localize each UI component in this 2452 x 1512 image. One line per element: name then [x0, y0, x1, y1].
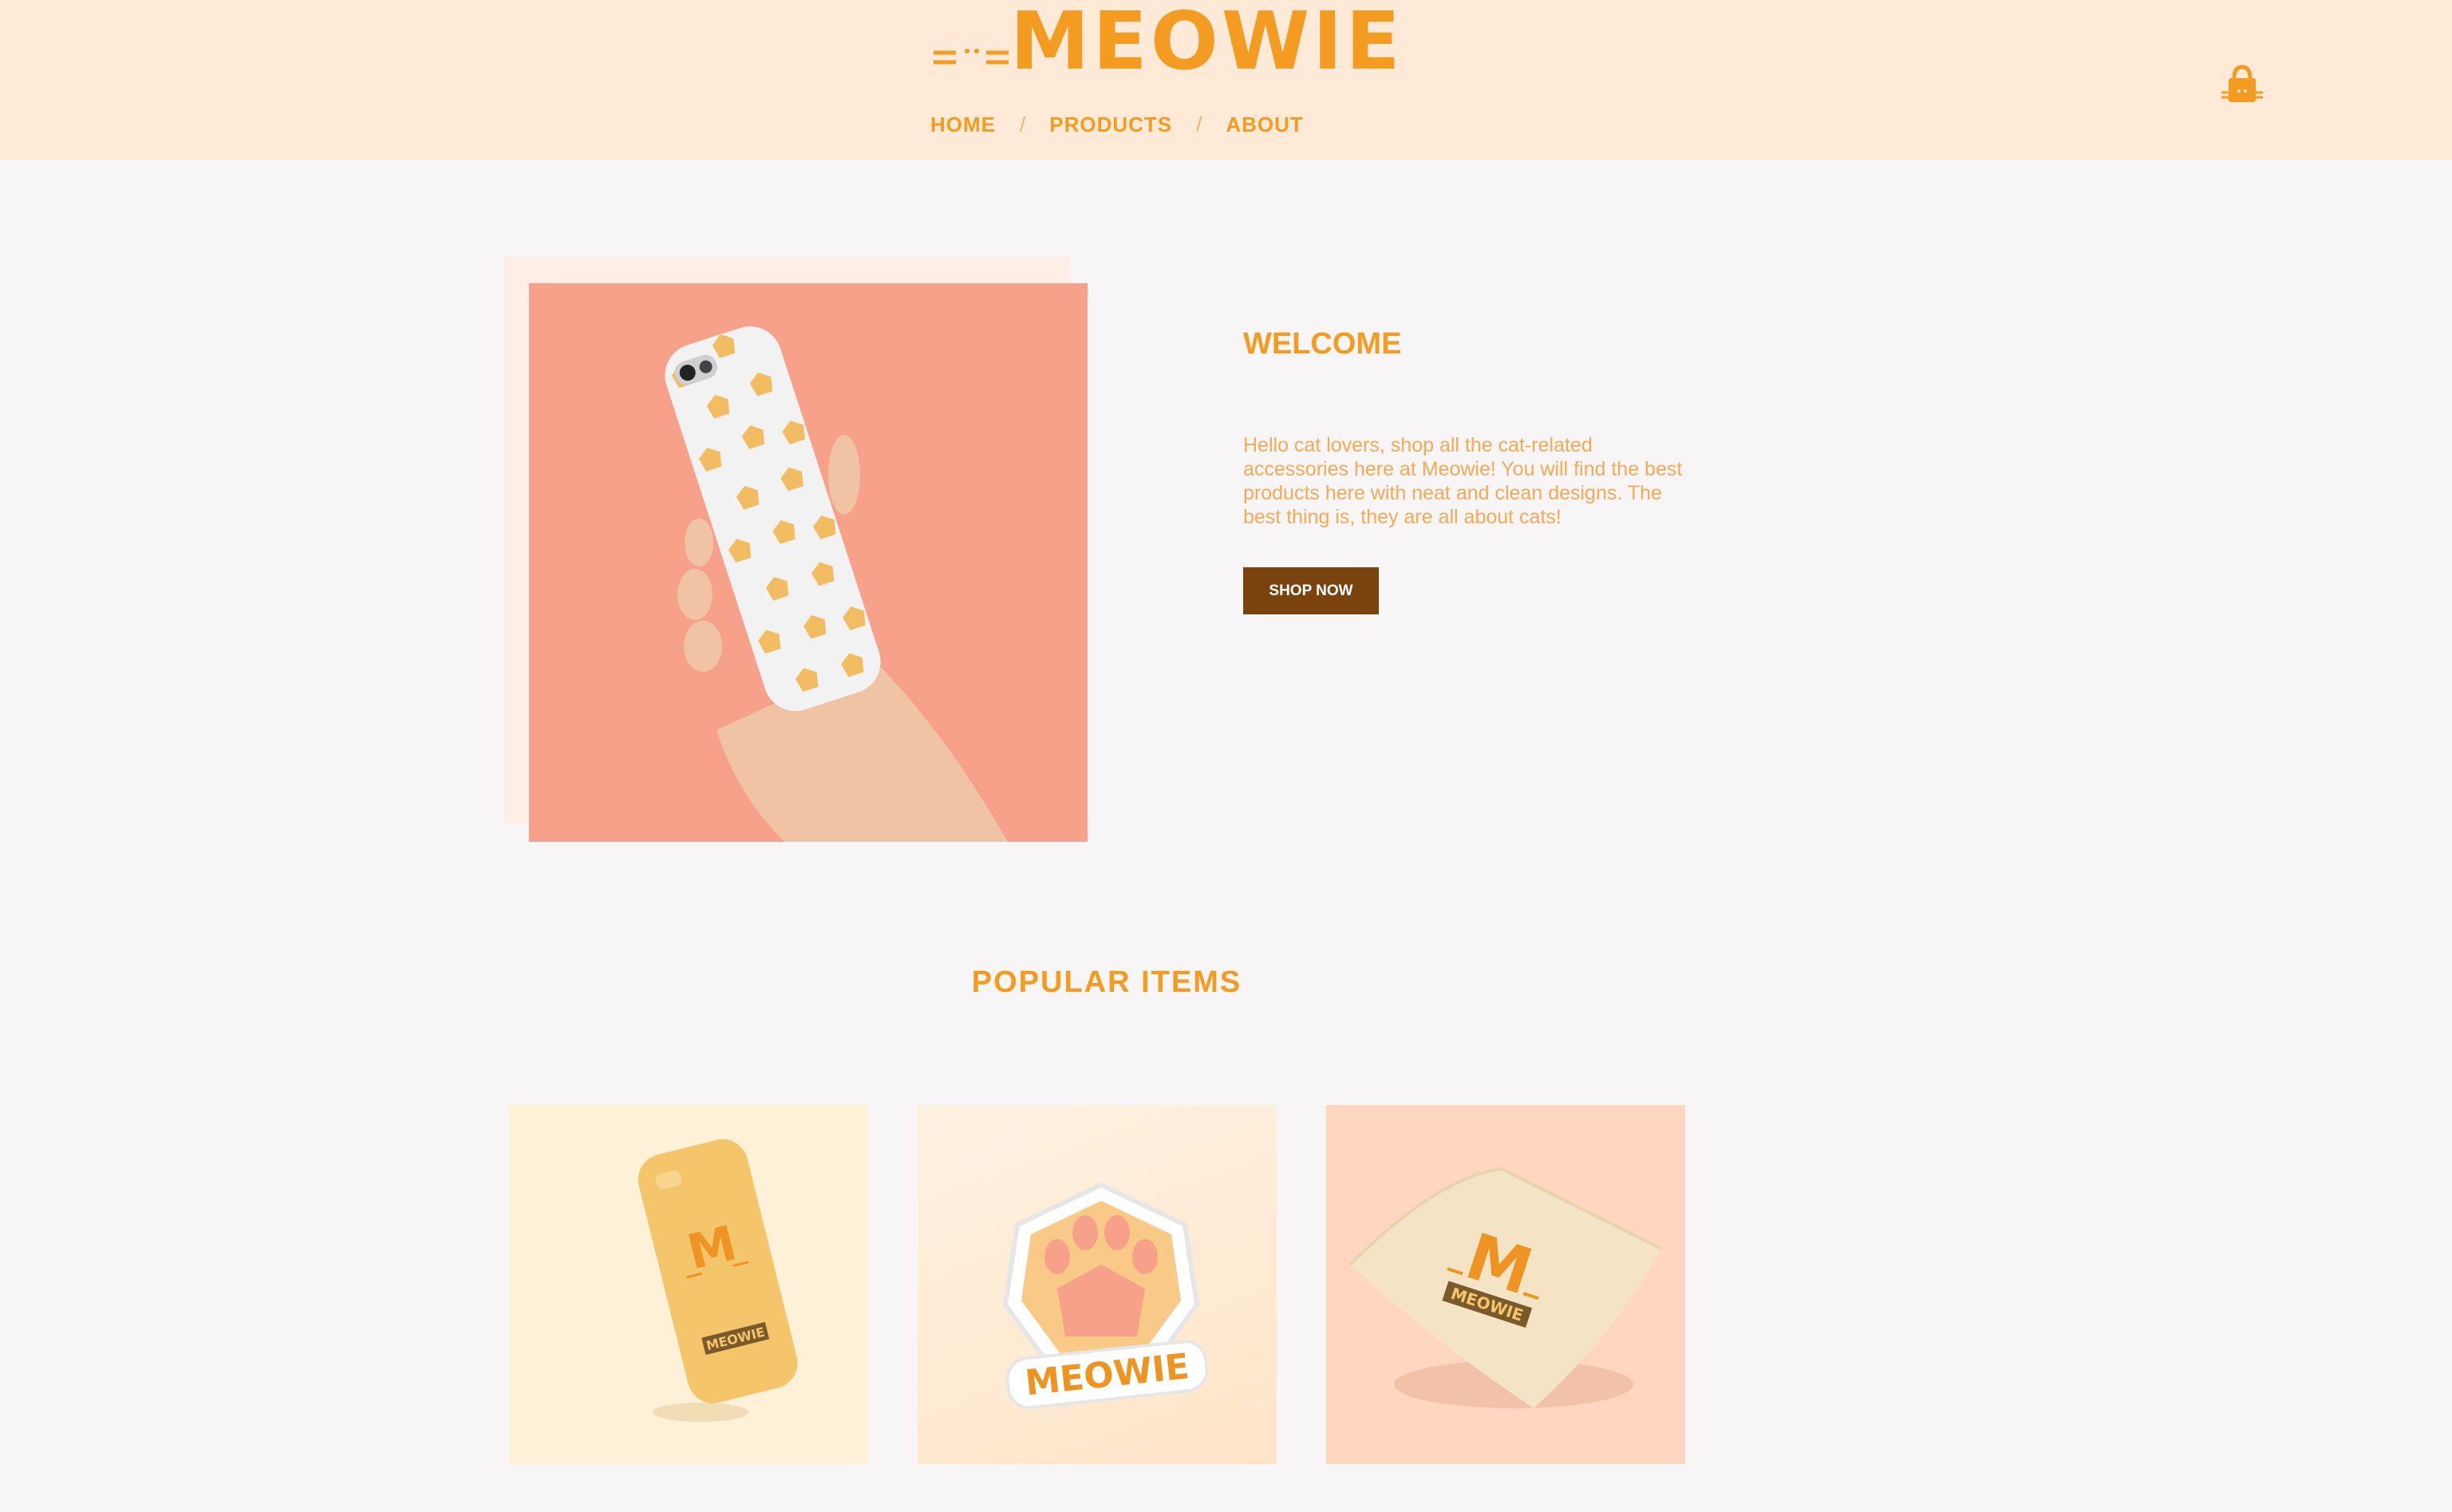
product-card-phone-case[interactable]: M MEOWIE: [509, 1105, 868, 1464]
paw-sticker-image: MEOWIE: [1002, 1182, 1209, 1410]
nav-separator: /: [1196, 112, 1202, 136]
nav-home[interactable]: HOME: [930, 113, 996, 137]
pillow-image: M MEOWIE: [1348, 1167, 1662, 1408]
main-nav: HOME / PRODUCTS / ABOUT: [930, 110, 1304, 139]
brand-name: MEOWIE: [1010, 0, 1404, 88]
welcome-title: WELCOME: [1243, 327, 1402, 361]
product-card-paw-sticker[interactable]: MEOWIE: [918, 1105, 1277, 1464]
popular-items-title: POPULAR ITEMS: [971, 965, 1242, 999]
hero-image: [529, 283, 1088, 842]
phone-case-image: M MEOWIE: [638, 1139, 798, 1422]
nav-products[interactable]: PRODUCTS: [1049, 113, 1172, 137]
shopping-bag-icon[interactable]: [2218, 61, 2266, 109]
nav-separator: /: [1020, 112, 1026, 136]
cat-whisker-icon: [934, 49, 1009, 65]
brand-logo[interactable]: MEOWIE: [932, 2, 1400, 81]
shop-now-button[interactable]: SHOP NOW: [1243, 567, 1379, 614]
nav-about[interactable]: ABOUT: [1226, 113, 1303, 137]
welcome-description: Hello cat lovers, shop all the cat-relat…: [1243, 434, 1683, 528]
product-card-pillow[interactable]: M MEOWIE: [1326, 1105, 1685, 1464]
site-header: MEOWIE HOME / PRODUCTS / ABOUT: [0, 0, 2452, 160]
